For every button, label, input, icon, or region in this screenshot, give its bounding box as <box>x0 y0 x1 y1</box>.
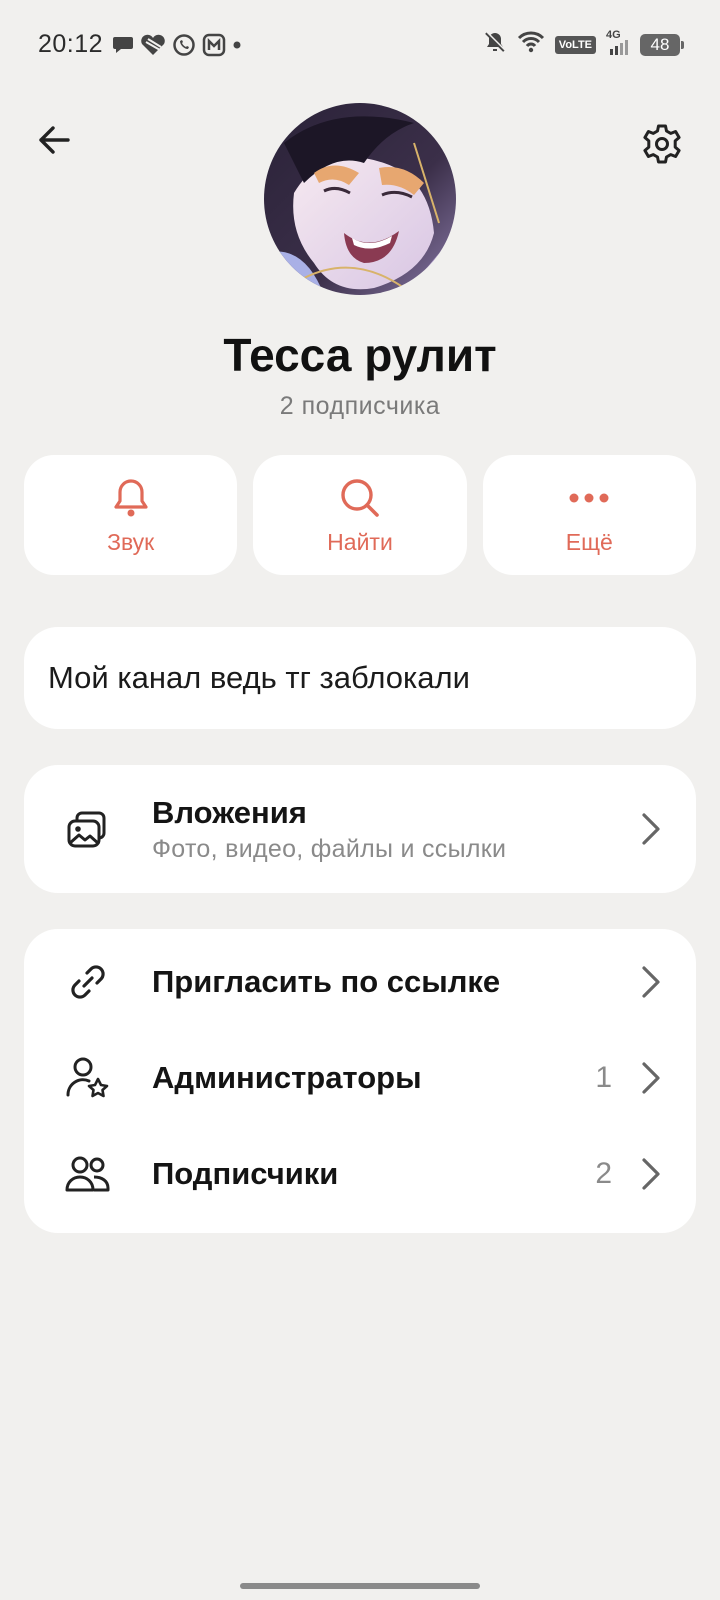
home-indicator[interactable] <box>240 1583 480 1589</box>
dot-icon <box>232 40 242 50</box>
chat-bubble-icon <box>112 35 134 55</box>
channel-description-card: Мой канал ведь тг заблокали <box>24 627 696 729</box>
admin-star-icon <box>64 1054 112 1102</box>
attachments-title: Вложения <box>152 795 307 830</box>
arrow-left-icon <box>37 125 71 160</box>
more-button[interactable]: Ещё <box>482 455 696 575</box>
bell-icon <box>111 475 151 521</box>
link-icon <box>64 958 112 1006</box>
administrators-row[interactable]: Администраторы 1 <box>24 1030 696 1126</box>
back-button[interactable] <box>30 118 78 166</box>
administrators-count: 1 <box>595 1061 612 1094</box>
channel-description: Мой канал ведь тг заблокали <box>48 660 470 695</box>
sound-button[interactable]: Звук <box>24 455 238 575</box>
channel-menu-card: Пригласить по ссылке Администраторы 1 По… <box>24 929 696 1233</box>
battery-icon: 48 <box>640 33 684 56</box>
max-app-icon <box>202 33 226 57</box>
volte-icon: VoLTE <box>554 35 596 54</box>
people-icon <box>64 1150 112 1198</box>
heart-icon <box>140 34 166 56</box>
more-button-label: Ещё <box>565 528 613 555</box>
bell-off-icon <box>483 30 507 59</box>
invite-link-label: Пригласить по ссылке <box>152 964 501 999</box>
signal-icon: 4G <box>606 29 630 57</box>
subscribers-count: 2 <box>595 1157 612 1190</box>
chevron-right-icon <box>636 962 666 1002</box>
subscribers-row[interactable]: Подписчики 2 <box>24 1126 696 1222</box>
more-dots-icon <box>568 475 610 521</box>
search-button[interactable]: Найти <box>253 455 467 575</box>
settings-button[interactable] <box>638 122 686 170</box>
subscriber-count: 2 подписчика <box>279 392 441 420</box>
wifi-icon <box>517 31 545 58</box>
chevron-right-icon <box>636 1154 666 1194</box>
status-time: 20:12 <box>38 30 104 58</box>
search-icon <box>339 475 381 521</box>
system-icons: VoLTE 4G 48 <box>483 29 684 59</box>
subscribers-label: Подписчики <box>152 1156 339 1191</box>
attachments-row[interactable]: Вложения Фото, видео, файлы и ссылки <box>24 781 696 877</box>
attachments-card: Вложения Фото, видео, файлы и ссылки <box>24 765 696 893</box>
administrators-label: Администраторы <box>152 1060 422 1095</box>
notification-icons <box>112 33 242 57</box>
chevron-right-icon <box>636 809 666 849</box>
channel-title: Тесса рулит <box>223 329 497 381</box>
action-buttons: Звук Найти Ещё <box>24 455 696 575</box>
status-bar: 20:12 VoLTE 4G 48 <box>0 0 720 92</box>
attachments-subtitle: Фото, видео, файлы и ссылки <box>152 835 507 863</box>
search-button-label: Найти <box>327 528 393 555</box>
media-gallery-icon <box>64 805 112 853</box>
invite-link-row[interactable]: Пригласить по ссылке <box>24 934 696 1030</box>
sound-button-label: Звук <box>107 528 155 555</box>
whatsapp-icon <box>172 33 196 57</box>
gear-icon <box>641 123 683 170</box>
channel-avatar[interactable] <box>264 103 456 295</box>
chevron-right-icon <box>636 1058 666 1098</box>
